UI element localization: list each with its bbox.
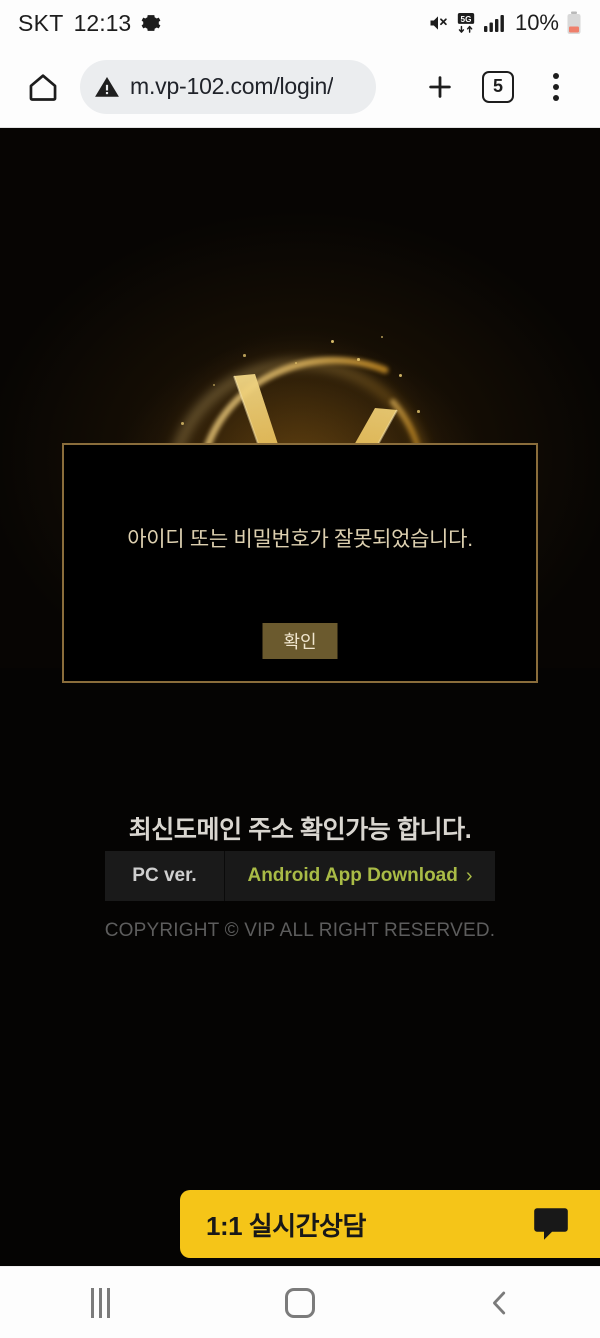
battery-icon: [566, 11, 582, 35]
carrier-label: SKT: [18, 9, 64, 36]
recents-button[interactable]: [40, 1267, 160, 1338]
overflow-menu-icon[interactable]: [528, 59, 584, 115]
status-bar: SKT 12:13 5G 10%: [0, 0, 600, 46]
footer-buttons: PC ver. Android App Download ›: [105, 851, 495, 901]
back-chevron-icon: [493, 1291, 506, 1314]
status-bar-left: SKT 12:13: [18, 10, 161, 37]
speech-bubble-icon: [530, 1203, 572, 1245]
url-bar[interactable]: m.vp-102.com/login/: [80, 59, 376, 114]
web-page-content: lalala88775 로그인 최신도메인 주소 확인가능 합니다. PC ve…: [0, 128, 600, 1266]
gear-icon: [141, 13, 161, 33]
kebab-dots: [553, 72, 559, 101]
android-download-button[interactable]: Android App Download ›: [225, 851, 495, 901]
mute-icon: [427, 13, 449, 33]
home-icon[interactable]: [16, 60, 70, 114]
android-navigation-bar: [0, 1266, 600, 1338]
recents-icon: [90, 1287, 110, 1318]
warning-triangle-icon: [94, 74, 120, 100]
error-dialog-confirm-button[interactable]: 확인: [262, 623, 338, 659]
live-chat-bar[interactable]: 1:1 실시간상담: [180, 1190, 600, 1258]
error-dialog-message: 아이디 또는 비밀번호가 잘못되었습니다.: [127, 528, 473, 551]
android-download-label: Android App Download: [247, 865, 458, 886]
status-bar-right: 5G 10%: [427, 10, 582, 36]
home-square-icon: [285, 1287, 315, 1318]
chevron-right-icon: ›: [465, 864, 473, 887]
signal-bars-icon: [483, 13, 507, 33]
browser-toolbar: m.vp-102.com/login/ 5: [0, 46, 600, 128]
battery-percent-label: 10%: [514, 10, 559, 35]
copyright-text: COPYRIGHT © VIP ALL RIGHT RESERVED.: [104, 920, 496, 941]
clock-label: 12:13: [73, 9, 132, 36]
domain-notice: 최신도메인 주소 확인가능 합니다.: [128, 816, 472, 844]
live-chat-label: 1:1 실시간상담: [206, 1210, 366, 1241]
svg-text:5G: 5G: [461, 15, 472, 24]
new-tab-icon[interactable]: [412, 59, 468, 115]
5g-icon: 5G: [456, 12, 476, 34]
back-button[interactable]: [440, 1267, 560, 1338]
tab-count-label: 5: [482, 70, 514, 103]
phone-screen: SKT 12:13 5G 10% m.vp-102.com/login/ 5 최…: [0, 0, 600, 1338]
error-dialog: 아이디 또는 비밀번호가 잘못되었습니다. 확인: [62, 443, 538, 683]
url-text: m.vp-102.com/login/: [130, 73, 334, 99]
pc-version-button[interactable]: PC ver.: [105, 851, 225, 901]
home-button[interactable]: [240, 1267, 360, 1338]
browser-actions: 5: [412, 59, 584, 115]
tab-switcher-icon[interactable]: 5: [470, 59, 526, 115]
